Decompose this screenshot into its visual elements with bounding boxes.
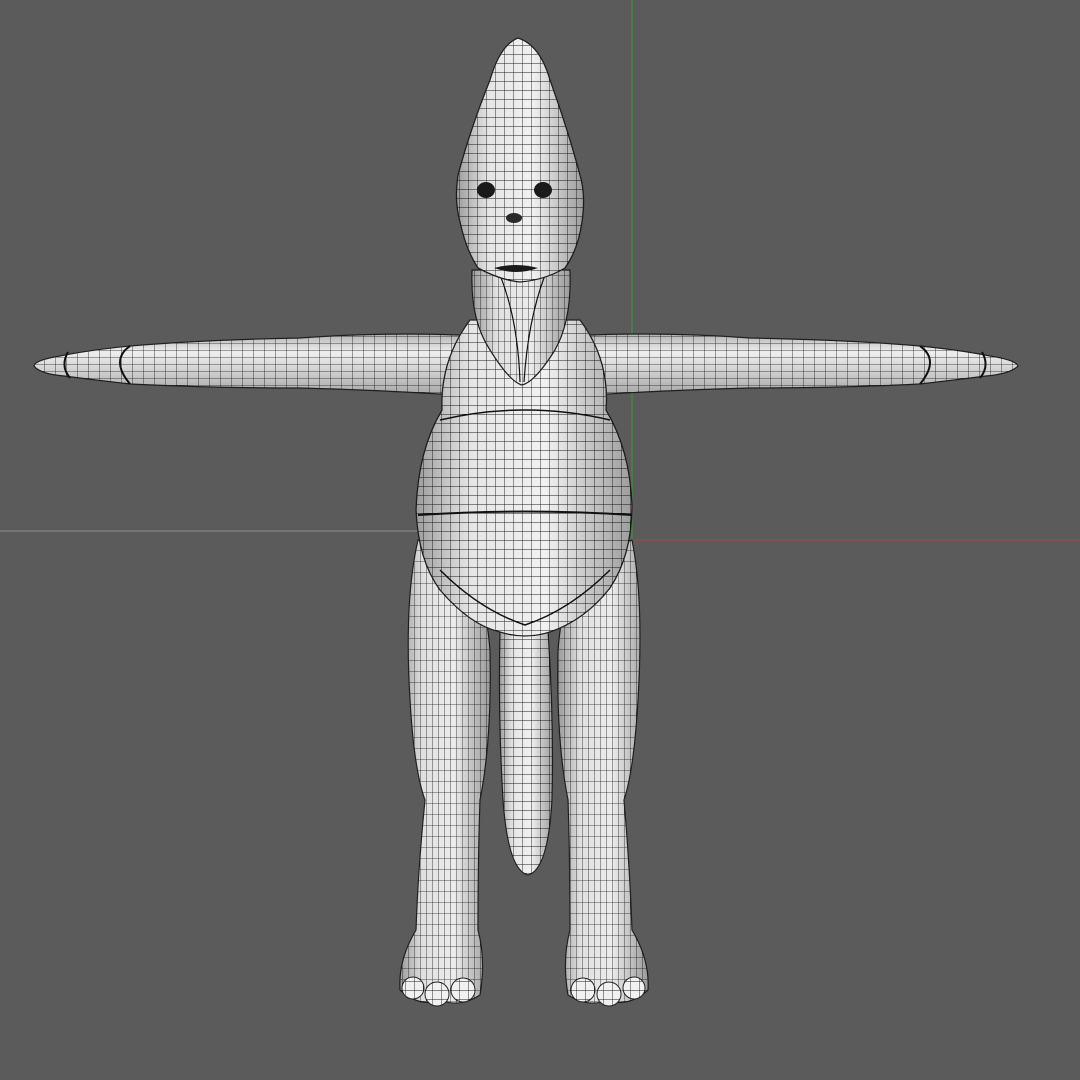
right-toe-3	[622, 976, 646, 1000]
right-arm-mesh	[589, 333, 1019, 396]
left-toe-2	[424, 981, 450, 1007]
nose	[506, 213, 522, 223]
model-mesh[interactable]	[33, 37, 1019, 1007]
left-eye	[477, 182, 495, 198]
3d-viewport[interactable]	[0, 0, 1080, 1080]
left-toe-1	[401, 976, 425, 1000]
viewport-canvas[interactable]	[0, 0, 1080, 1080]
right-toe-1	[570, 977, 596, 1003]
tail-mesh	[498, 629, 554, 876]
head-mesh	[455, 37, 585, 283]
left-arm-mesh	[33, 333, 461, 396]
right-toe-2	[596, 981, 622, 1007]
left-toe-3	[450, 977, 476, 1003]
right-eye	[534, 182, 552, 198]
